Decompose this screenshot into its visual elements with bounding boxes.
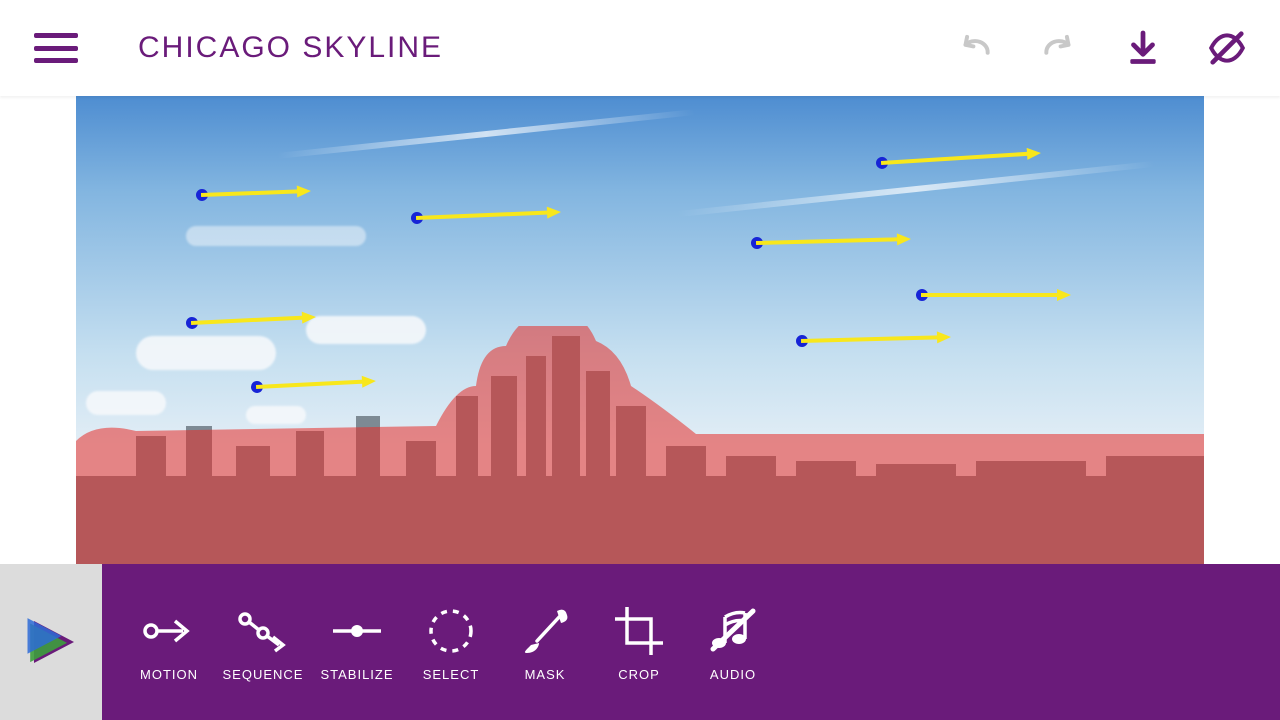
tool-label: MASK (525, 667, 566, 682)
tool-stabilize[interactable]: STABILIZE (310, 603, 404, 682)
app-header: CHICAGO SKYLINE (0, 0, 1280, 96)
crop-icon (611, 603, 667, 659)
tool-label: SELECT (423, 667, 480, 682)
download-icon[interactable] (1124, 29, 1162, 67)
play-icon (24, 615, 78, 669)
select-lasso-icon (423, 603, 479, 659)
stabilize-icon (329, 603, 385, 659)
undo-icon[interactable] (956, 29, 994, 67)
motion-arrow[interactable] (801, 330, 951, 348)
image-canvas[interactable] (76, 96, 1204, 566)
cloud-streak (677, 161, 1155, 217)
canvas-area (0, 96, 1280, 564)
cloud (246, 406, 306, 424)
motion-arrow[interactable] (416, 205, 562, 225)
tool-label: MOTION (140, 667, 198, 682)
tool-motion[interactable]: MOTION (122, 603, 216, 682)
cloud (186, 226, 366, 246)
cloud (306, 316, 426, 344)
cloud (136, 336, 276, 370)
motion-arrow[interactable] (256, 374, 377, 394)
cloud (86, 391, 166, 415)
header-actions (956, 29, 1246, 67)
brush-icon (517, 603, 573, 659)
play-button[interactable] (0, 564, 102, 720)
cloud-streak (277, 109, 695, 159)
tool-sequence[interactable]: SEQUENCE (216, 603, 310, 682)
motion-arrow[interactable] (756, 232, 911, 250)
tool-label: AUDIO (710, 667, 756, 682)
tool-toolbar: MOTION SEQUENCE STABILIZE SELECT (102, 564, 1280, 720)
motion-arrow[interactable] (881, 146, 1042, 170)
visibility-off-icon[interactable] (1208, 29, 1246, 67)
bottom-bar: MOTION SEQUENCE STABILIZE SELECT (0, 564, 1280, 720)
redo-icon[interactable] (1040, 29, 1078, 67)
tool-mask[interactable]: MASK (498, 603, 592, 682)
tool-audio[interactable]: AUDIO (686, 603, 780, 682)
motion-arrow-icon (141, 603, 197, 659)
tool-label: SEQUENCE (223, 667, 304, 682)
motion-arrow[interactable] (191, 310, 317, 330)
motion-arrow[interactable] (201, 184, 311, 202)
tool-label: CROP (618, 667, 660, 682)
audio-mute-icon (705, 603, 761, 659)
motion-arrow[interactable] (921, 288, 1071, 302)
tool-crop[interactable]: CROP (592, 603, 686, 682)
tool-label: STABILIZE (320, 667, 393, 682)
sequence-icon (235, 603, 291, 659)
tool-select[interactable]: SELECT (404, 603, 498, 682)
document-title: CHICAGO SKYLINE (138, 31, 443, 65)
menu-icon[interactable] (34, 33, 78, 63)
